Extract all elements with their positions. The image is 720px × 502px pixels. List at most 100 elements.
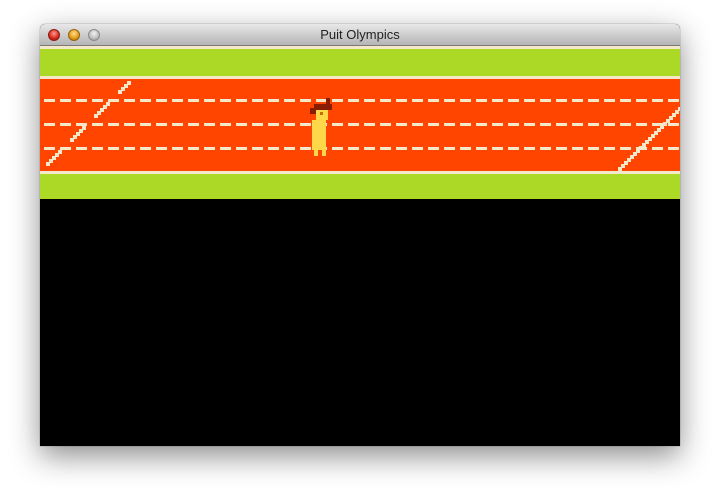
lane-dash <box>188 99 199 102</box>
lane-dash <box>364 99 375 102</box>
lane-dash <box>268 147 279 150</box>
lane-dash <box>252 99 263 102</box>
lane-dash <box>380 147 391 150</box>
game-canvas[interactable] <box>40 46 680 446</box>
lane-dash <box>172 123 183 126</box>
lane-dash <box>588 147 599 150</box>
lane-dash <box>60 147 71 150</box>
lane-dash <box>124 123 135 126</box>
lane-dash <box>252 123 263 126</box>
lane-dash <box>76 123 87 126</box>
lane-dash <box>636 99 647 102</box>
lane-dash <box>156 99 167 102</box>
lane-dash <box>220 123 231 126</box>
lane-dash <box>44 99 55 102</box>
lane-dash <box>108 123 119 126</box>
lane-dash <box>636 123 647 126</box>
lane-dash <box>444 99 455 102</box>
lane-dash <box>252 147 263 150</box>
diagonal-dot <box>106 102 110 106</box>
title-bar[interactable]: Puit Olympics <box>40 24 680 46</box>
lane-dash <box>108 99 119 102</box>
lane-dash <box>220 147 231 150</box>
lane-dash <box>652 147 663 150</box>
lane-dash <box>300 99 311 102</box>
lane-dash <box>140 147 151 150</box>
lane-dash <box>668 99 679 102</box>
lane-dash <box>92 147 103 150</box>
lane-dash <box>332 99 343 102</box>
lane-dash <box>508 123 519 126</box>
lane-dash <box>492 99 503 102</box>
lane-dash <box>460 99 471 102</box>
lane-dash <box>668 147 679 150</box>
lane-dash <box>492 123 503 126</box>
lane-dash <box>508 99 519 102</box>
lane-dash <box>444 147 455 150</box>
diagonal-dot <box>82 126 86 130</box>
lane-dash <box>460 147 471 150</box>
top-edge-line <box>40 46 680 49</box>
lane-dash <box>396 147 407 150</box>
track-border-bottom <box>40 171 680 174</box>
diagonal-dot <box>58 150 62 154</box>
lane-dash <box>476 147 487 150</box>
lane-dash <box>572 147 583 150</box>
lane-dash <box>236 99 247 102</box>
lane-dash <box>620 123 631 126</box>
lane-dash <box>476 123 487 126</box>
lane-dash <box>620 147 631 150</box>
lane-dash <box>316 99 327 102</box>
lane-dash <box>108 147 119 150</box>
lane-dash <box>540 147 551 150</box>
lane-dash <box>604 147 615 150</box>
lane-dash <box>60 123 71 126</box>
lane-dash <box>204 99 215 102</box>
lane-dash <box>572 99 583 102</box>
lane-dash <box>204 123 215 126</box>
game-window: Puit Olympics <box>40 24 680 446</box>
lane-dash <box>268 123 279 126</box>
lane-dash <box>188 123 199 126</box>
lane-dash <box>476 99 487 102</box>
lane-dash <box>396 99 407 102</box>
lane-dash <box>284 123 295 126</box>
lane-dash <box>556 123 567 126</box>
lane-dash <box>588 123 599 126</box>
lane-dash <box>540 99 551 102</box>
diagonal-dot <box>127 81 131 85</box>
lane-dash <box>188 147 199 150</box>
lane-dash <box>236 147 247 150</box>
lane-dash <box>284 147 295 150</box>
diagonal-dot <box>678 107 680 111</box>
lane-dash <box>428 99 439 102</box>
lane-dash <box>524 147 535 150</box>
lane-dash <box>492 147 503 150</box>
lane-dash <box>300 147 311 150</box>
lane-dash <box>76 147 87 150</box>
lane-dash <box>508 147 519 150</box>
grass-top <box>40 49 680 76</box>
lane-dash <box>156 123 167 126</box>
lane-dash <box>364 147 375 150</box>
lane-dash <box>604 99 615 102</box>
lane-dash <box>556 147 567 150</box>
lane-dash <box>92 123 103 126</box>
track-border-top <box>40 76 680 79</box>
lane-dash <box>380 123 391 126</box>
lane-dash <box>92 99 103 102</box>
lane-dash <box>236 123 247 126</box>
lane-dash <box>668 123 679 126</box>
lane-dash <box>156 147 167 150</box>
lane-dash <box>348 99 359 102</box>
lane-dash <box>332 147 343 150</box>
lane-dash <box>140 99 151 102</box>
lane-dash <box>444 123 455 126</box>
lane-dash <box>364 123 375 126</box>
grass-bottom <box>40 174 680 199</box>
lane-dash <box>412 99 423 102</box>
game-scene <box>40 46 680 199</box>
lane-dash <box>412 147 423 150</box>
lane-dash <box>620 99 631 102</box>
lane-dash <box>284 99 295 102</box>
